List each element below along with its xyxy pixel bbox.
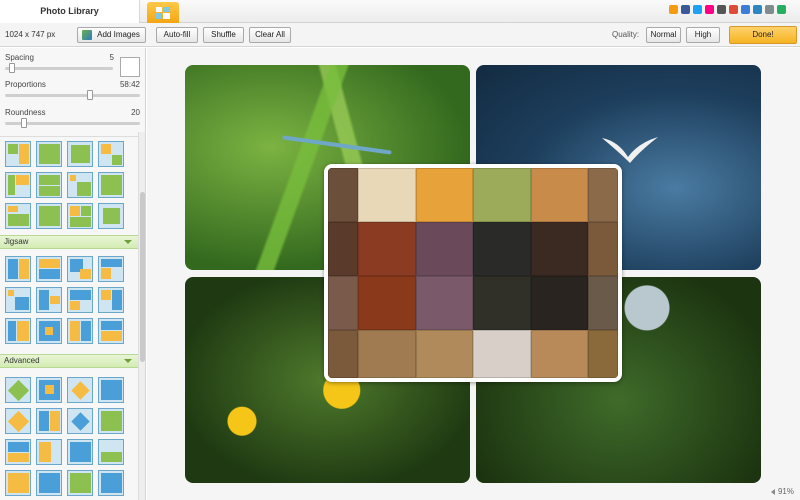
add-images-label: Add Images [97,30,140,39]
chevron-down-icon [124,359,132,363]
layout-thumb[interactable] [98,439,124,465]
proportions-thumb[interactable] [87,90,93,100]
auto-fill-button[interactable]: Auto-fill [156,27,198,43]
layout-thumb[interactable] [5,470,31,496]
tab-collage[interactable] [147,2,179,23]
proportions-value: 58:42 [119,80,140,89]
spacing-track[interactable] [5,67,113,70]
layout-grid-advanced [5,377,124,496]
layout-thumb[interactable] [98,256,124,282]
layout-thumb[interactable] [5,408,31,434]
layout-thumb[interactable] [36,256,62,282]
home-icon[interactable] [669,5,678,14]
layout-thumb[interactable] [98,377,124,403]
spacing-thumb[interactable] [9,63,15,73]
layout-thumb[interactable] [36,470,62,496]
layout-thumb[interactable] [5,141,31,167]
layout-thumb[interactable] [98,141,124,167]
roundness-thumb[interactable] [21,118,27,128]
layout-thumb[interactable] [67,318,93,344]
scrollbar-thumb[interactable] [140,192,145,362]
layout-thumb[interactable] [67,287,93,313]
fullscreen-icon[interactable] [777,5,786,14]
layout-thumb[interactable] [67,470,93,496]
layout-thumb[interactable] [5,439,31,465]
proportions-slider[interactable]: Proportions 58:42 [5,80,140,102]
roundness-label: Roundness [5,108,46,117]
googleplus-icon[interactable] [729,5,738,14]
layout-thumb[interactable] [67,141,93,167]
layout-grid-jigsaw [5,256,124,344]
mail-icon[interactable] [765,5,774,14]
collage-canvas [147,48,800,500]
shuffle-button[interactable]: Shuffle [203,27,244,43]
flickr-icon[interactable] [705,5,714,14]
layout-thumb[interactable] [5,172,31,198]
layout-thumb[interactable] [98,408,124,434]
layout-thumb[interactable] [98,287,124,313]
layout-thumb[interactable] [36,318,62,344]
layout-thumb[interactable] [5,318,31,344]
tab-photo-library[interactable]: Photo Library [0,0,140,23]
quality-normal-button[interactable]: Normal [646,27,681,43]
layout-thumb[interactable] [36,439,62,465]
clear-all-button[interactable]: Clear All [249,27,291,43]
layout-thumb[interactable] [36,408,62,434]
add-images-icon [82,30,92,40]
layout-thumb[interactable] [36,203,62,229]
canvas-size-label: 1024 x 747 px [5,30,56,39]
collage-icon [156,6,170,19]
add-images-button[interactable]: Add Images [77,27,146,43]
layout-thumb[interactable] [5,287,31,313]
spacing-label: Spacing [5,53,34,62]
zoom-indicator[interactable]: 91% [770,487,794,496]
layout-thumb[interactable] [98,203,124,229]
layout-thumb[interactable] [98,470,124,496]
done-button[interactable]: Done! [729,26,797,44]
layout-thumb[interactable] [98,172,124,198]
share-icon[interactable] [741,5,750,14]
layout-thumb[interactable] [67,408,93,434]
layout-thumb[interactable] [5,256,31,282]
collage-photo-grains[interactable] [324,164,622,382]
spacing-value: 5 [109,53,114,62]
digg-icon[interactable] [717,5,726,14]
layout-thumb[interactable] [98,318,124,344]
layout-thumb[interactable] [36,141,62,167]
layout-thumb[interactable] [36,172,62,198]
layout-thumb[interactable] [67,439,93,465]
layout-thumb[interactable] [67,203,93,229]
layout-thumb[interactable] [5,203,31,229]
quality-high-button[interactable]: High [686,27,720,43]
settings-panel: Spacing 5 Proportions 58:42 Roundness 20… [0,48,146,500]
layout-thumb[interactable] [67,256,93,282]
section-jigsaw[interactable]: Jigsaw [0,235,138,249]
zoom-value: 91% [777,487,794,496]
globe-icon[interactable] [753,5,762,14]
roundness-value: 20 [131,108,140,117]
twitter-icon[interactable] [693,5,702,14]
divider [0,136,145,137]
chevron-down-icon [124,240,132,244]
tab-bar: Photo Library [0,0,800,23]
section-jigsaw-label: Jigsaw [4,237,29,246]
quality-label: Quality: [612,30,640,39]
roundness-slider[interactable]: Roundness 20 [5,108,140,130]
proportions-track[interactable] [5,94,140,97]
facebook-icon[interactable] [681,5,690,14]
zoom-icon [770,488,775,495]
layout-grid-basic [5,141,124,229]
toolbar: 1024 x 747 px Add Images Auto-fill Shuff… [0,23,800,47]
layout-thumb[interactable] [36,287,62,313]
layout-thumb[interactable] [36,377,62,403]
proportions-label: Proportions [5,80,46,89]
panel-scrollbar[interactable] [138,132,145,500]
background-color-swatch[interactable] [120,57,140,77]
layout-thumb[interactable] [67,377,93,403]
layout-thumb[interactable] [5,377,31,403]
social-icons [669,5,786,14]
layout-thumb[interactable] [67,172,93,198]
section-advanced-label: Advanced [4,356,40,365]
section-advanced[interactable]: Advanced [0,354,138,368]
